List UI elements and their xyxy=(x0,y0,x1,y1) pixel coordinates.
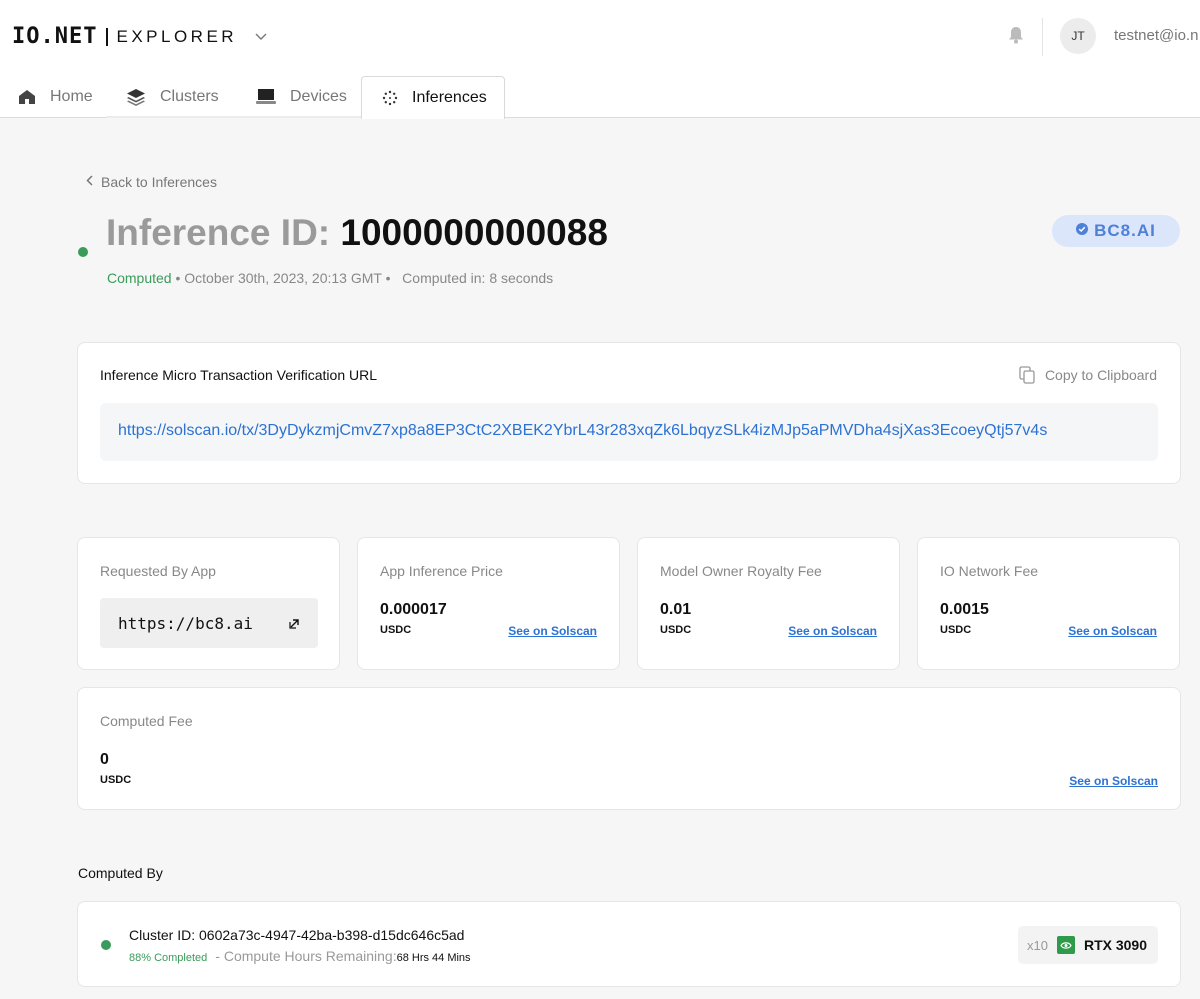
compute-hours-label: - Compute Hours Remaining: xyxy=(215,948,397,964)
network-fee-card: IO Network Fee 0.0015 USDC See on Solsca… xyxy=(917,537,1180,670)
see-on-solscan-link[interactable]: See on Solscan xyxy=(508,624,597,638)
bell-icon[interactable] xyxy=(1008,26,1024,44)
cluster-completed: 88% Completed xyxy=(129,952,208,964)
see-on-solscan-link[interactable]: See on Solscan xyxy=(1069,774,1158,788)
verification-url-link[interactable]: https://solscan.io/tx/3DyDykzmjCmvZ7xp8a… xyxy=(100,403,1158,461)
computed-fee-value: 0 xyxy=(100,751,109,768)
meta-separator: • xyxy=(175,270,185,286)
gpu-badge: x10 RTX 3090 xyxy=(1018,926,1158,964)
home-icon xyxy=(18,89,36,105)
io-net-logo: IO.NET xyxy=(12,24,98,49)
product-name: EXPLORER xyxy=(116,26,238,46)
gpu-name: RTX 3090 xyxy=(1083,937,1148,953)
requested-by-card: Requested By App https://bc8.ai xyxy=(77,537,340,670)
back-link[interactable]: Back to Inferences xyxy=(86,174,217,190)
verified-icon xyxy=(1076,222,1089,240)
tab-clusters[interactable]: Clusters xyxy=(126,76,219,118)
tab-home-label: Home xyxy=(50,88,93,105)
verification-url-card: Inference Micro Transaction Verification… xyxy=(77,342,1181,484)
royalty-fee-label: Model Owner Royalty Fee xyxy=(660,563,822,579)
compute-hours-value: 68 Hrs 44 Mins xyxy=(396,952,471,964)
app-price-unit: USDC xyxy=(380,624,412,636)
nvidia-icon xyxy=(1056,936,1075,954)
computed-by-heading: Computed By xyxy=(78,865,163,881)
see-on-solscan-link[interactable]: See on Solscan xyxy=(788,624,877,638)
copy-to-clipboard-button[interactable]: Copy to Clipboard xyxy=(1019,366,1157,384)
computed-fee-card: Computed Fee 0 USDC See on Solscan xyxy=(77,687,1181,810)
layers-icon xyxy=(126,88,146,106)
brand-divider xyxy=(106,27,109,46)
requested-by-url: https://bc8.ai xyxy=(118,613,253,633)
top-header: IO.NET EXPLORER JT testnet@io.n xyxy=(0,0,1200,76)
app-price-label: App Inference Price xyxy=(380,563,503,579)
user-email[interactable]: testnet@io.n xyxy=(1114,27,1198,44)
app-inference-price-card: App Inference Price 0.000017 USDC See on… xyxy=(357,537,620,670)
monitor-icon xyxy=(256,88,276,106)
tab-devices[interactable]: Devices xyxy=(256,76,347,118)
inference-id-label: Inference ID: xyxy=(106,212,331,253)
copy-icon xyxy=(1019,366,1035,384)
chevron-left-icon xyxy=(86,175,93,189)
app-badge: BC8.AI xyxy=(1052,215,1180,247)
app-price-value: 0.000017 xyxy=(380,601,447,618)
dots-circle-icon xyxy=(382,90,398,106)
cluster-id: Cluster ID: 0602a73c-4947-42ba-b398-d15d… xyxy=(129,927,465,943)
tab-home[interactable]: Home xyxy=(18,76,93,118)
cluster-card[interactable]: Cluster ID: 0602a73c-4947-42ba-b398-d15d… xyxy=(77,901,1181,987)
avatar[interactable]: JT xyxy=(1060,18,1096,54)
tab-devices-label: Devices xyxy=(290,88,347,105)
inference-meta: Computed • October 30th, 2023, 20:13 GMT… xyxy=(107,270,553,286)
inference-id-value: 1000000000088 xyxy=(340,212,608,253)
requested-by-label: Requested By App xyxy=(100,563,216,579)
tab-inferences[interactable]: Inferences xyxy=(361,76,505,119)
cluster-status-dot xyxy=(101,940,111,950)
requested-by-app-link[interactable]: https://bc8.ai xyxy=(100,598,318,648)
computed-fee-unit: USDC xyxy=(100,774,132,786)
header-divider xyxy=(1042,18,1043,56)
computed-fee-label: Computed Fee xyxy=(100,713,193,729)
meta-separator: • xyxy=(385,270,399,286)
tab-clusters-label: Clusters xyxy=(160,88,219,105)
network-fee-label: IO Network Fee xyxy=(940,563,1039,579)
nav-tabs: Home Clusters Devices Inferences xyxy=(0,76,1200,119)
verification-title: Inference Micro Transaction Verification… xyxy=(100,367,378,383)
gpu-count: x10 xyxy=(1027,937,1048,953)
external-link-icon xyxy=(289,614,300,633)
inference-date: October 30th, 2023, 20:13 GMT xyxy=(184,270,382,286)
see-on-solscan-link[interactable]: See on Solscan xyxy=(1068,624,1157,638)
chevron-down-icon[interactable] xyxy=(255,30,267,44)
brand[interactable]: IO.NET EXPLORER xyxy=(12,24,267,49)
page-title: Inference ID: 1000000000088 xyxy=(106,212,608,254)
cluster-progress: 88% Completed - Compute Hours Remaining:… xyxy=(129,948,471,964)
royalty-fee-value: 0.01 xyxy=(660,601,692,618)
royalty-fee-unit: USDC xyxy=(660,624,692,636)
copy-label: Copy to Clipboard xyxy=(1044,367,1157,383)
back-link-label: Back to Inferences xyxy=(101,174,217,190)
status-text: Computed xyxy=(107,270,172,286)
tab-inferences-label: Inferences xyxy=(412,89,487,106)
status-dot xyxy=(78,247,88,257)
computed-in: Computed in: 8 seconds xyxy=(402,270,554,286)
network-fee-unit: USDC xyxy=(940,624,972,636)
royalty-fee-card: Model Owner Royalty Fee 0.01 USDC See on… xyxy=(637,537,900,670)
app-badge-label: BC8.AI xyxy=(1094,221,1156,240)
network-fee-value: 0.0015 xyxy=(940,601,989,618)
